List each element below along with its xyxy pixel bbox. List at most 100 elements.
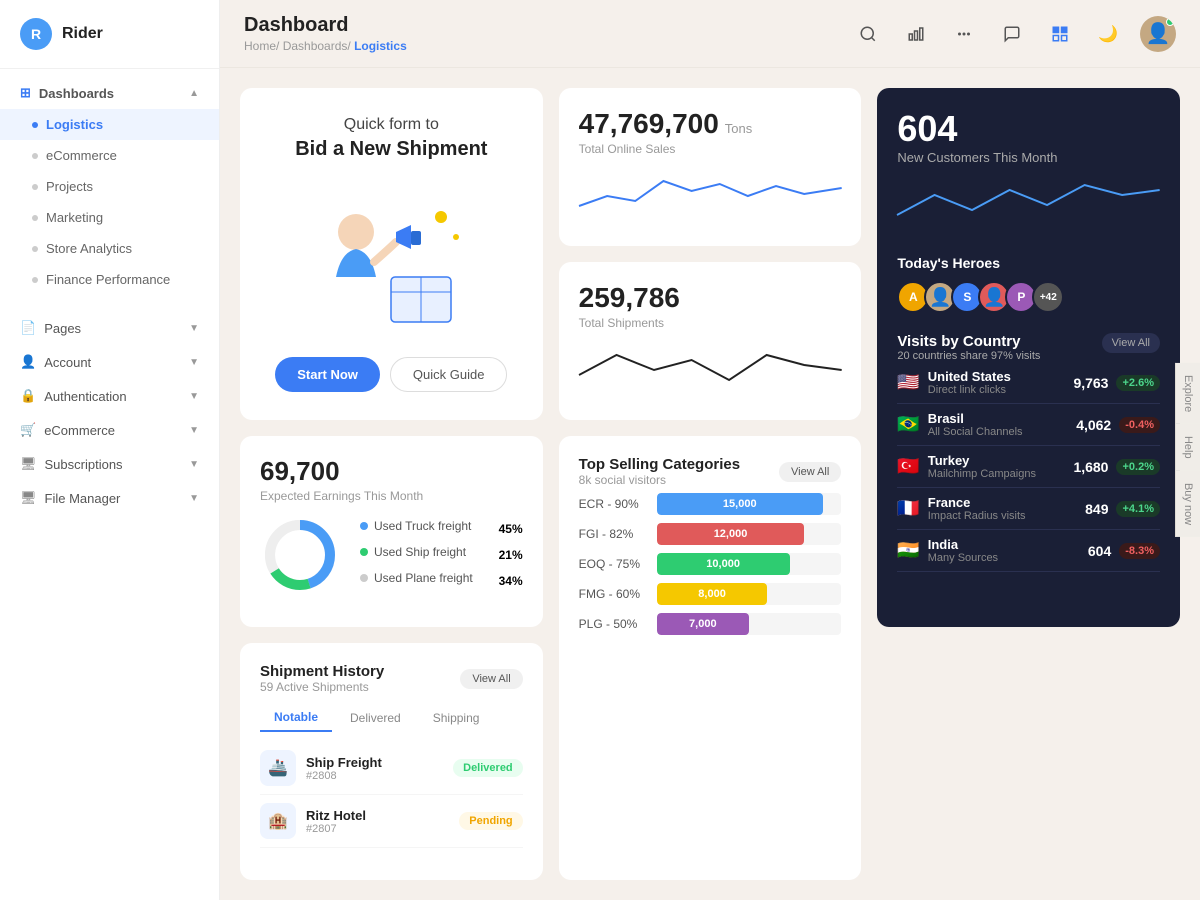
finance-label: Finance Performance	[46, 272, 170, 287]
sidebar-item-finance[interactable]: Finance Performance	[0, 264, 219, 295]
tab-shipping[interactable]: Shipping	[419, 704, 494, 732]
ecom-chevron: ▼	[189, 425, 199, 436]
country-info: Brasil All Social Channels	[928, 411, 1068, 438]
visits-view-all[interactable]: View All	[1102, 333, 1160, 353]
ship-name: Ship Freight	[306, 755, 443, 770]
quick-guide-button[interactable]: Quick Guide	[390, 357, 508, 392]
crumb-dashboards: Dashboards/	[283, 39, 354, 53]
topbar: Dashboard Home/ Dashboards/ Logistics	[220, 0, 1200, 68]
buy-now-tab[interactable]: Buy now	[1175, 471, 1200, 537]
shipment-sub: 59 Active Shipments	[260, 680, 384, 694]
bar-row: PLG - 50% 7,000	[579, 613, 842, 635]
truck-dot	[360, 522, 368, 530]
sidebar-item-projects[interactable]: Projects	[0, 171, 219, 202]
online-indicator	[1166, 18, 1174, 26]
truck-label: Used Truck freight	[374, 519, 471, 533]
account-chevron: ▼	[189, 357, 199, 368]
heroes-label: Today's Heroes	[897, 255, 1160, 271]
donut-chart	[260, 515, 340, 595]
sidebar-item-store-analytics[interactable]: Store Analytics	[0, 233, 219, 264]
country-change: +0.2%	[1116, 459, 1160, 475]
country-name: France	[928, 495, 1077, 510]
country-value: 604	[1088, 543, 1111, 559]
content-grid: Quick form to Bid a New Shipment	[220, 68, 1200, 900]
bar-inner: 7,000	[657, 613, 749, 635]
heroes-avatars: A 👤 S 👤 P +42	[897, 281, 1160, 313]
shipments-label: Total Shipments	[579, 316, 842, 330]
total-shipments-card: 259,786 Total Shipments	[559, 262, 862, 420]
ecom-icon: 🛒	[20, 422, 36, 438]
store-analytics-label: Store Analytics	[46, 241, 132, 256]
messages-button[interactable]	[996, 18, 1028, 50]
logistics-label: Logistics	[46, 117, 103, 132]
heroes-section: Today's Heroes A 👤 S 👤 P +42	[897, 255, 1160, 313]
country-sub: Impact Radius visits	[928, 510, 1077, 522]
bar-label: EOQ - 75%	[579, 557, 649, 571]
sidebar-item-marketing[interactable]: Marketing	[0, 202, 219, 233]
file-icon: 🖥	[20, 490, 37, 506]
tab-notable[interactable]: Notable	[260, 704, 332, 732]
grid-button[interactable]	[948, 18, 980, 50]
flag-icon: 🇺🇸	[897, 372, 919, 393]
country-row: 🇫🇷 France Impact Radius visits 849 +4.1%	[897, 488, 1160, 530]
bar-inner: 15,000	[657, 493, 823, 515]
sidebar-subscriptions[interactable]: 🖥 Subscriptions ▼	[0, 447, 219, 481]
hero-card: Quick form to Bid a New Shipment	[240, 88, 543, 420]
bar-label: FGI - 82%	[579, 527, 649, 541]
sidebar-authentication[interactable]: 🔒 Authentication ▼	[0, 379, 219, 413]
grid-apps-button[interactable]	[1044, 18, 1076, 50]
country-name: Turkey	[928, 453, 1066, 468]
hero-illustration	[301, 187, 481, 337]
bar-inner: 12,000	[657, 523, 805, 545]
explore-tab[interactable]: Explore	[1175, 363, 1200, 424]
bar-label: PLG - 50%	[579, 617, 649, 631]
donut-section: Used Truck freight 45% Used Ship freight…	[260, 515, 523, 595]
ship-id: #2808	[306, 770, 443, 782]
app-name: Rider	[62, 25, 103, 43]
chart-button[interactable]	[900, 18, 932, 50]
top-selling-view-all[interactable]: View All	[779, 462, 841, 482]
country-info: United States Direct link clicks	[928, 369, 1066, 396]
dashboards-icon: ⊞	[20, 85, 31, 101]
ecom-label: eCommerce	[44, 423, 115, 438]
start-now-button[interactable]: Start Now	[275, 357, 380, 392]
shipment-view-all[interactable]: View All	[460, 669, 522, 689]
dashboards-group[interactable]: ⊞ Dashboards ▲	[0, 77, 219, 109]
top-selling-header: Top Selling Categories 8k social visitor…	[579, 456, 842, 487]
sidebar-pages[interactable]: 📄 Pages ▼	[0, 311, 219, 345]
online-sales-label: Total Online Sales	[579, 142, 842, 156]
topbar-left: Dashboard Home/ Dashboards/ Logistics	[244, 14, 407, 53]
page-title: Dashboard	[244, 14, 407, 37]
sidebar-item-logistics[interactable]: Logistics	[0, 109, 219, 140]
logo[interactable]: R Rider	[0, 0, 219, 69]
country-change: -0.4%	[1119, 417, 1160, 433]
dashboards-label: Dashboards	[39, 86, 114, 101]
ship-pct: 21%	[499, 548, 523, 562]
bar-outer: 8,000	[657, 583, 842, 605]
search-button[interactable]	[852, 18, 884, 50]
flag-icon: 🇫🇷	[897, 498, 919, 519]
earnings-label: Expected Earnings This Month	[260, 489, 523, 503]
auth-label: Authentication	[44, 389, 126, 404]
sidebar-account[interactable]: 👤 Account ▼	[0, 345, 219, 379]
sidebar-ecommerce-top[interactable]: 🛒 eCommerce ▼	[0, 413, 219, 447]
sidebar-item-ecommerce[interactable]: eCommerce	[0, 140, 219, 171]
sidebar-file-manager[interactable]: 🖥 File Manager ▼	[0, 481, 219, 515]
online-sales-unit: Tons	[725, 121, 752, 136]
user-avatar[interactable]: 👤	[1140, 16, 1176, 52]
country-value: 9,763	[1073, 375, 1108, 391]
pages-section: 📄 Pages ▼ 👤 Account ▼ 🔒 Authentication ▼…	[0, 303, 219, 523]
pages-chevron: ▼	[189, 323, 199, 334]
tab-delivered[interactable]: Delivered	[336, 704, 415, 732]
bar-label: ECR - 90%	[579, 497, 649, 511]
country-info: India Many Sources	[928, 537, 1080, 564]
avatar-more: +42	[1032, 281, 1064, 313]
help-tab[interactable]: Help	[1175, 424, 1200, 471]
pages-label: Pages	[44, 321, 81, 336]
auth-icon: 🔒	[20, 388, 36, 404]
breadcrumb: Home/ Dashboards/ Logistics	[244, 39, 407, 53]
active-dot	[32, 122, 38, 128]
sidebar: R Rider ⊞ Dashboards ▲ Logistics eCommer…	[0, 0, 220, 900]
country-change: +4.1%	[1116, 501, 1160, 517]
dark-mode-button[interactable]: 🌙	[1092, 18, 1124, 50]
